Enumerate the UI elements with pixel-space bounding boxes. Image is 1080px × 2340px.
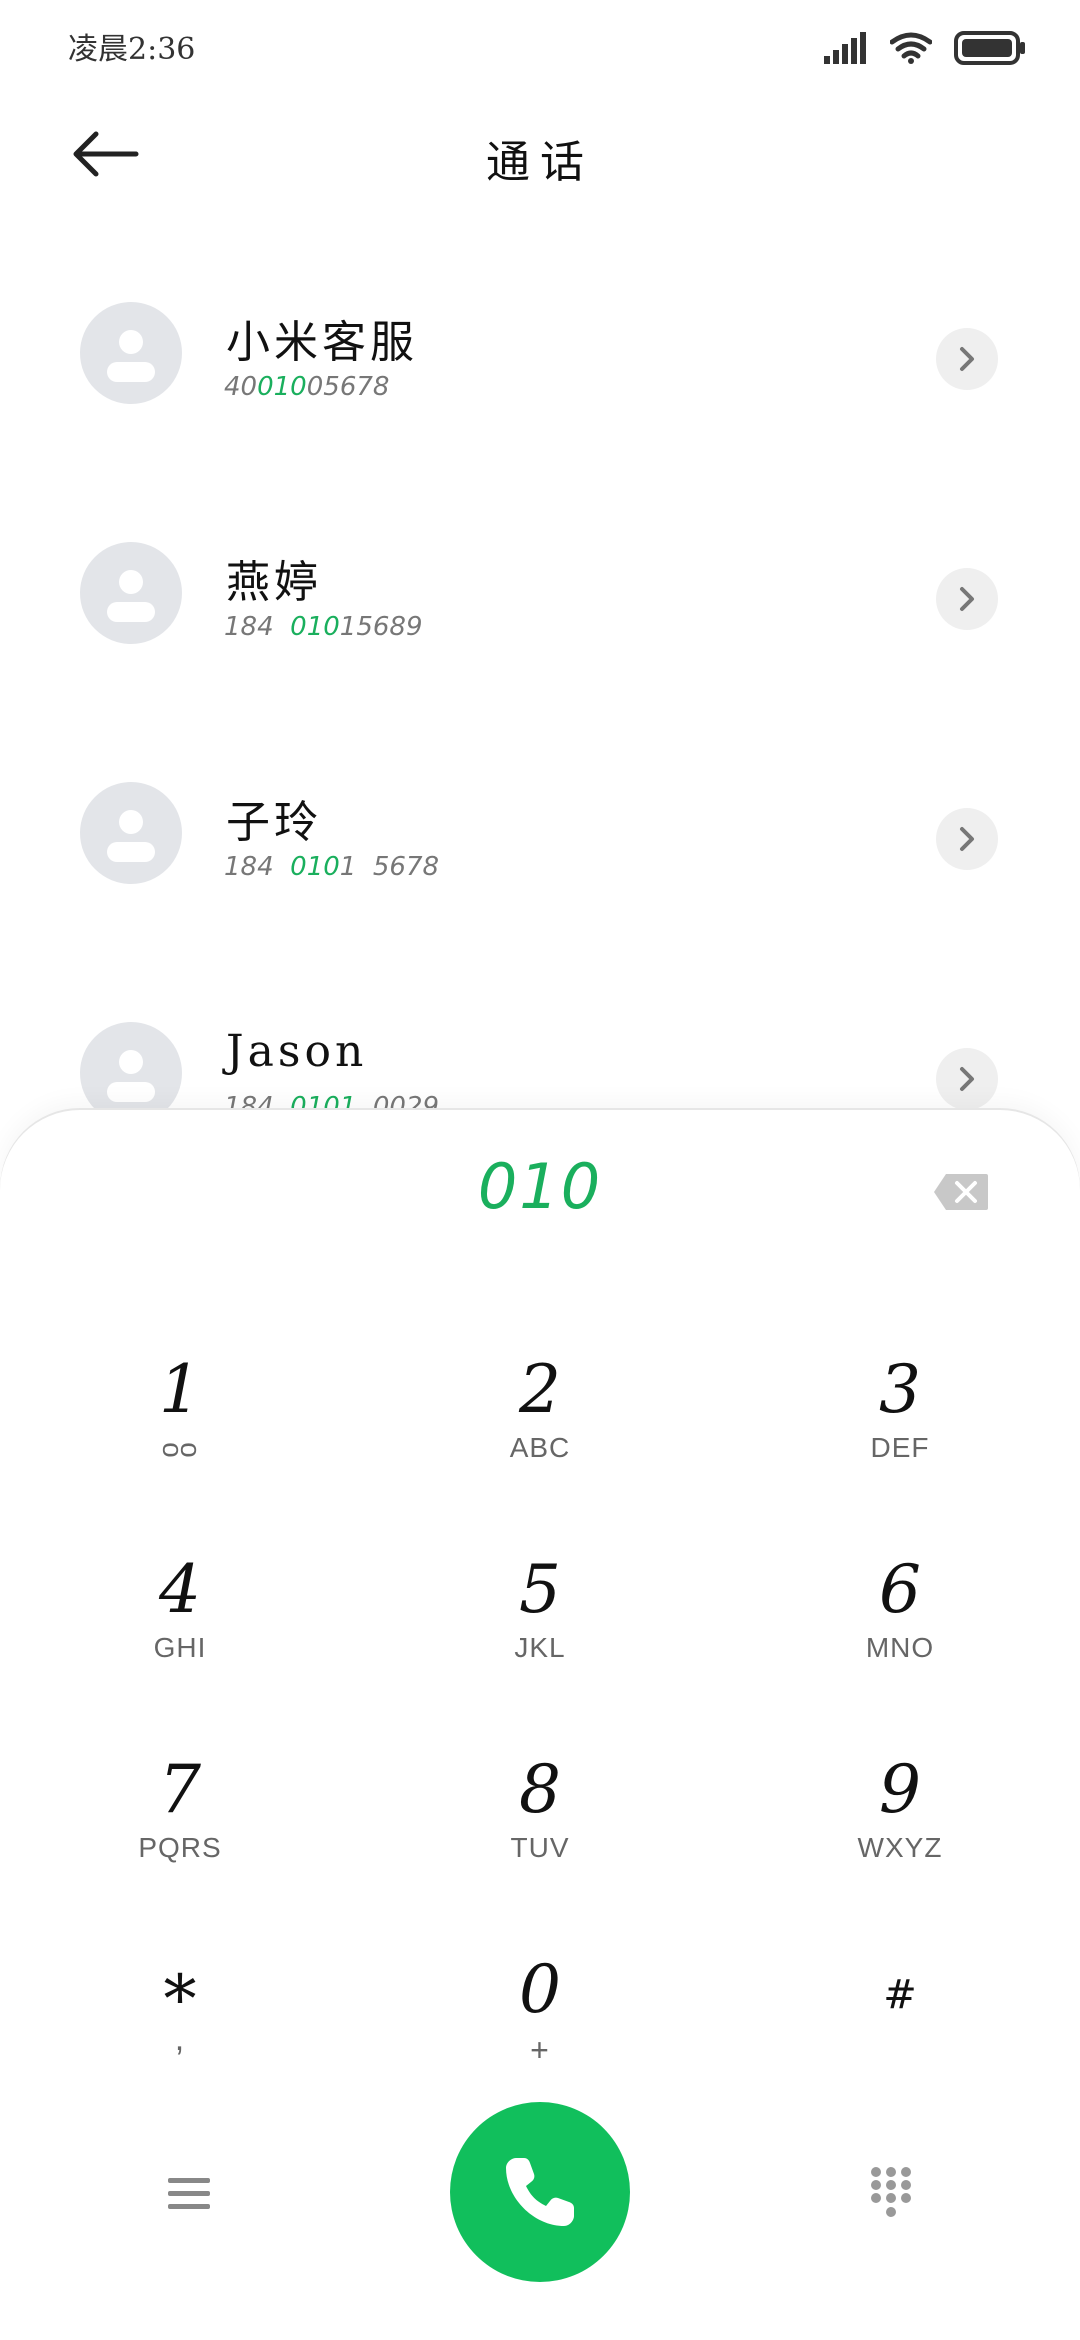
key-5[interactable]: 5 JKL — [390, 1550, 690, 1730]
key-digit: 8 — [519, 1751, 561, 1828]
key-1[interactable]: 1 ᴑᴑ — [30, 1350, 330, 1530]
chevron-right-icon — [960, 587, 974, 611]
contact-number: 184 0101 5678 — [224, 852, 440, 882]
page-title: 通话 — [486, 137, 594, 188]
key-letters: MNO — [865, 1632, 935, 1663]
contact-number: 4001005678 — [224, 372, 390, 402]
key-letters: , — [174, 2020, 186, 2058]
person-icon — [107, 1050, 155, 1102]
contact-list: 小米客服 4001005678 燕婷 184 01015689 子玲 184 0… — [0, 252, 1080, 1112]
key-7[interactable]: 7 PQRS — [30, 1750, 330, 1930]
battery-icon — [954, 31, 1025, 65]
menu-icon — [168, 2178, 210, 2209]
contact-number: 184 01015689 — [224, 612, 423, 642]
dialpad-toggle-button[interactable] — [868, 2164, 914, 2220]
key-digit: 6 — [879, 1551, 921, 1628]
key-8[interactable]: 8 TUV — [390, 1750, 690, 1930]
status-bar: 凌晨2:36 — [0, 0, 1080, 96]
backspace-icon — [934, 1174, 988, 1210]
chevron-right-icon — [960, 1067, 974, 1091]
key-letters: DEF — [870, 1432, 930, 1463]
key-3[interactable]: 3 DEF — [750, 1350, 1050, 1530]
contact-item[interactable]: 燕婷 184 01015689 — [0, 492, 1080, 732]
dialpad-icon — [871, 2167, 911, 2217]
delete-button[interactable] — [932, 1172, 990, 1212]
key-letters: JKL — [514, 1632, 566, 1663]
key-letters: TUV — [510, 1832, 570, 1863]
call-button[interactable] — [450, 2102, 630, 2282]
contact-item[interactable]: 小米客服 4001005678 — [0, 252, 1080, 492]
avatar — [80, 302, 182, 404]
wifi-icon — [890, 32, 932, 64]
key-9[interactable]: 9 WXYZ — [750, 1750, 1050, 1930]
key-letters: ABC — [509, 1432, 571, 1463]
key-letters: WXYZ — [857, 1832, 943, 1863]
key-digit: 9 — [879, 1751, 921, 1828]
key-2[interactable]: 2 ABC — [390, 1350, 690, 1530]
key-6[interactable]: 6 MNO — [750, 1550, 1050, 1730]
contact-detail-button[interactable] — [936, 808, 998, 870]
signal-icon — [824, 32, 866, 64]
contact-name: 燕婷 — [226, 557, 322, 608]
key-letters: + — [530, 2032, 550, 2068]
key-digit: 7 — [159, 1751, 201, 1828]
contact-name: Jason — [226, 1026, 368, 1077]
key-digit: 2 — [519, 1351, 561, 1428]
key-4[interactable]: 4 GHI — [30, 1550, 330, 1730]
header: 通话 — [0, 96, 1080, 216]
avatar — [80, 1022, 182, 1112]
key-letters: GHI — [153, 1632, 207, 1663]
dial-input[interactable]: 010 — [0, 1150, 1080, 1223]
person-icon — [107, 570, 155, 622]
key-digit: # — [883, 1972, 917, 2018]
avatar — [80, 782, 182, 884]
menu-button[interactable] — [166, 2174, 212, 2214]
key-digit: 1 — [159, 1351, 201, 1428]
contact-name: 子玲 — [226, 797, 322, 848]
key-digit: 0 — [519, 1951, 561, 2028]
person-icon — [107, 810, 155, 862]
contact-detail-button[interactable] — [936, 1048, 998, 1110]
contact-detail-button[interactable] — [936, 568, 998, 630]
chevron-right-icon — [960, 347, 974, 371]
person-icon — [107, 330, 155, 382]
contact-detail-button[interactable] — [936, 328, 998, 390]
status-icons — [824, 28, 1026, 68]
avatar — [80, 542, 182, 644]
status-time: 凌晨2:36 — [68, 32, 196, 67]
key-letters: PQRS — [138, 1832, 222, 1863]
contact-item[interactable]: 子玲 184 0101 5678 — [0, 732, 1080, 972]
key-digit: 5 — [519, 1551, 561, 1628]
key-digit: 4 — [159, 1551, 201, 1628]
voicemail-icon: ᴑᴑ — [161, 1432, 199, 1463]
key-digit: 3 — [879, 1351, 921, 1428]
chevron-right-icon — [960, 827, 974, 851]
contact-name: 小米客服 — [226, 317, 418, 368]
phone-icon — [506, 2158, 574, 2226]
contact-number: 184 0101 0029 — [224, 1092, 440, 1112]
contact-item[interactable]: Jason 184 0101 0029 — [0, 972, 1080, 1112]
